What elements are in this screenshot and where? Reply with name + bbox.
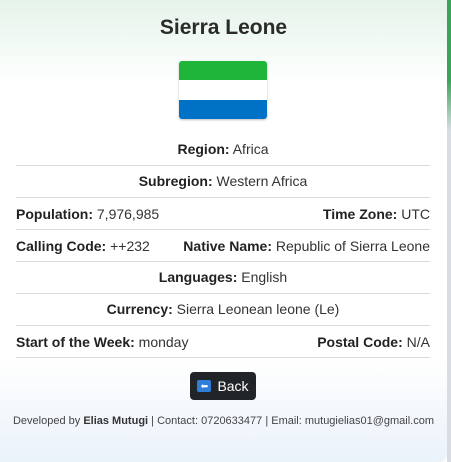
start-of-week-label: Start of the Week:	[16, 333, 135, 350]
postal-code-value: N/A	[406, 333, 430, 350]
subregion-label: Subregion:	[138, 173, 213, 189]
population-value: 7,976,985	[96, 205, 160, 222]
flag-image	[179, 61, 267, 119]
subregion-row: Subregion: Western Africa	[16, 166, 430, 198]
postal-code-label: Postal Code:	[317, 333, 403, 350]
region-value: Africa	[232, 141, 269, 157]
population-timezone-row: Population: 7,976,985 Time Zone: UTC	[16, 198, 430, 230]
back-icon: ⬅	[197, 380, 212, 392]
flag-stripe-white	[179, 80, 267, 100]
postal-code-item: Postal Code: N/A	[317, 334, 430, 350]
back-button[interactable]: ⬅ Back	[190, 372, 256, 400]
footer: Developed by Elias Mutugi | Contact: 072…	[0, 415, 447, 427]
calling-code-value: ++232	[110, 237, 150, 254]
back-button-label: Back	[217, 378, 249, 394]
footer-prefix: Developed by	[12, 415, 81, 427]
currency-label: Currency:	[106, 301, 173, 317]
start-of-week-item: Start of the Week: monday	[16, 334, 188, 350]
native-name-item: Native Name: Republic of Sierra Leone	[183, 238, 430, 254]
flag-stripe-blue	[179, 99, 267, 119]
currency-value: Sierra Leonean leone (Le)	[176, 301, 340, 317]
languages-label: Languages:	[158, 269, 238, 285]
native-name-label: Native Name:	[183, 237, 272, 254]
calling-native-row: Calling Code: ++232 Native Name: Republi…	[16, 230, 430, 262]
currency-row: Currency: Sierra Leonean leone (Le)	[16, 294, 430, 326]
country-card: Sierra Leone Region: Africa Subregion: W…	[0, 0, 447, 462]
population-label: Population:	[16, 205, 93, 222]
flag-stripe-green	[179, 61, 267, 81]
calling-code-item: Calling Code: ++232	[16, 238, 150, 254]
week-postal-row: Start of the Week: monday Postal Code: N…	[16, 326, 430, 358]
calling-code-label: Calling Code:	[16, 237, 107, 254]
window-edge	[447, 0, 451, 462]
languages-value: English	[241, 269, 288, 285]
start-of-week-value: monday	[138, 333, 189, 350]
page-title: Sierra Leone	[159, 16, 288, 39]
footer-developer: Elias Mutugi	[83, 415, 149, 427]
region-label: Region:	[177, 141, 230, 157]
region-row: Region: Africa	[16, 134, 430, 166]
timezone-label: Time Zone:	[322, 205, 398, 222]
population-item: Population: 7,976,985	[16, 206, 159, 222]
timezone-value: UTC	[401, 205, 430, 222]
subregion-value: Western Africa	[216, 173, 308, 189]
native-name-value: Republic of Sierra Leone	[275, 237, 430, 254]
timezone-item: Time Zone: UTC	[323, 206, 430, 222]
footer-contact: | Contact: 0720633477 | Email: mutugieli…	[151, 415, 435, 427]
languages-row: Languages: English	[16, 262, 430, 294]
